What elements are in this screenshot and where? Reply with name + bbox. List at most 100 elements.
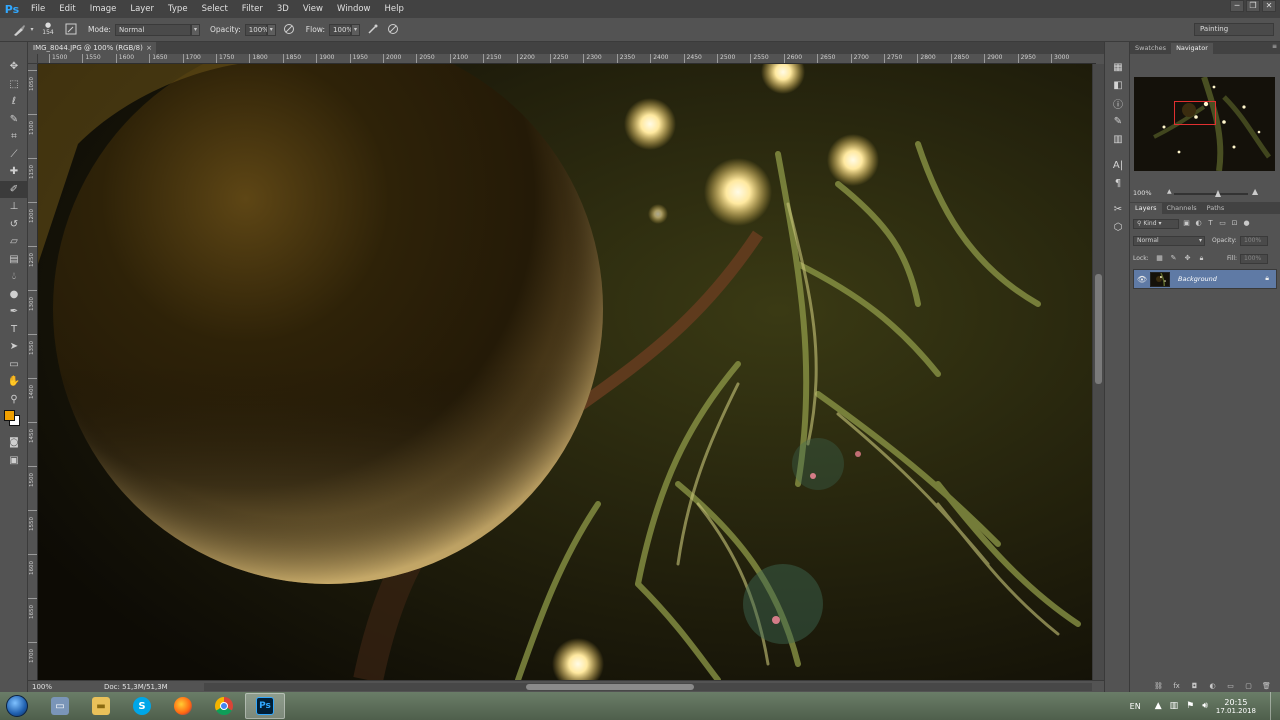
- filter-adjustment-icon[interactable]: ◐: [1194, 219, 1203, 228]
- lasso-tool-icon[interactable]: ℓ: [0, 93, 28, 111]
- tab-channels[interactable]: Channels: [1162, 203, 1202, 214]
- minimize-button[interactable]: ─: [1230, 0, 1244, 12]
- taskbar-photoshop[interactable]: Ps: [245, 693, 285, 719]
- crop-tool-icon[interactable]: ⌗: [0, 128, 28, 146]
- new-layer-icon[interactable]: ▢: [1244, 682, 1253, 691]
- mode-dropdown-icon[interactable]: ▾: [190, 23, 200, 36]
- tab-navigator[interactable]: Navigator: [1171, 43, 1213, 54]
- mode-select[interactable]: Normal: [114, 23, 191, 36]
- menu-view[interactable]: View: [296, 0, 330, 18]
- color-chips[interactable]: [0, 408, 28, 430]
- brush-tool-preset-icon[interactable]: [12, 23, 26, 37]
- move-tool-icon[interactable]: ✥: [0, 58, 28, 76]
- preset-dropdown-icon[interactable]: ▾: [28, 23, 36, 37]
- marquee-tool-icon[interactable]: ⬚: [0, 76, 28, 94]
- menu-edit[interactable]: Edit: [52, 0, 82, 18]
- layer-blend-mode-select[interactable]: Normal ▾: [1133, 236, 1205, 246]
- shape-tool-icon[interactable]: ▭: [0, 356, 28, 374]
- adjustments-panel-icon[interactable]: ◧: [1105, 76, 1131, 94]
- lock-position-icon[interactable]: ✥: [1183, 254, 1192, 263]
- tool-presets-icon[interactable]: ✂: [1105, 200, 1131, 218]
- screen-mode-icon[interactable]: ▣: [0, 452, 28, 470]
- character-panel-icon[interactable]: A|: [1105, 156, 1131, 174]
- volume-icon[interactable]: 🔊︎: [1202, 701, 1208, 711]
- horizontal-ruler[interactable]: 1500 1550 1600 1650 1700 1750 1800 1850 1900 1950…: [38, 54, 1096, 64]
- filter-shape-icon[interactable]: ▭: [1218, 219, 1227, 228]
- tab-swatches[interactable]: Swatches: [1130, 43, 1171, 54]
- filter-toggle-icon[interactable]: ●: [1242, 219, 1251, 228]
- restore-button[interactable]: ❐: [1246, 0, 1260, 12]
- eraser-tool-icon[interactable]: ▱: [0, 233, 28, 251]
- vertical-ruler[interactable]: 1050 1100 1150 1200 1250 1300 1350 1400 1450 1500…: [28, 64, 38, 680]
- layer-name[interactable]: Background: [1178, 275, 1217, 283]
- menu-window[interactable]: Window: [330, 0, 378, 18]
- link-layers-icon[interactable]: ⛓: [1154, 682, 1163, 691]
- menu-layer[interactable]: Layer: [123, 0, 161, 18]
- horizontal-scroll-thumb[interactable]: [526, 684, 694, 690]
- quick-mask-icon[interactable]: ◙: [0, 434, 28, 452]
- zoom-level[interactable]: 100%: [32, 683, 52, 691]
- menu-help[interactable]: Help: [378, 0, 411, 18]
- taskbar-chrome[interactable]: [204, 693, 244, 719]
- brush-panel-icon[interactable]: ✎: [1105, 112, 1131, 130]
- zoom-in-icon[interactable]: ▲: [1252, 187, 1258, 196]
- image-canvas[interactable]: [38, 64, 1096, 680]
- zoom-tool-icon[interactable]: ⚲: [0, 391, 28, 409]
- pen-tool-icon[interactable]: ✒: [0, 303, 28, 321]
- document-tab[interactable]: IMG_8044.JPG @ 100% (RGB/8) ×: [28, 42, 156, 54]
- new-group-icon[interactable]: ▭: [1226, 682, 1235, 691]
- dodge-tool-icon[interactable]: ●: [0, 286, 28, 304]
- brush-panel-toggle-icon[interactable]: [64, 23, 78, 37]
- panel-menu-icon[interactable]: ≡: [1272, 43, 1277, 50]
- navigator-thumbnail[interactable]: [1134, 77, 1275, 171]
- menu-type[interactable]: Type: [161, 0, 195, 18]
- taskbar-explorer[interactable]: ▭: [40, 693, 80, 719]
- tab-layers[interactable]: Layers: [1130, 203, 1162, 214]
- ruler-origin[interactable]: [28, 54, 38, 64]
- pressure-opacity-icon[interactable]: [282, 23, 296, 37]
- taskbar-file-manager[interactable]: ▬: [81, 693, 121, 719]
- vertical-scroll-thumb[interactable]: [1095, 274, 1102, 384]
- clone-stamp-tool-icon[interactable]: ⊥: [0, 198, 28, 216]
- layer-visibility-eye-icon[interactable]: 👁︎: [1134, 275, 1150, 284]
- info-panel-icon[interactable]: ⓘ: [1105, 94, 1131, 112]
- flow-dropdown-icon[interactable]: ▾: [351, 23, 361, 36]
- layer-style-icon[interactable]: fx: [1172, 682, 1181, 691]
- filter-smart-icon[interactable]: ⊡: [1230, 219, 1239, 228]
- lock-pixels-icon[interactable]: ✎: [1169, 254, 1178, 263]
- hand-tool-icon[interactable]: ✋: [0, 373, 28, 391]
- opacity-dropdown-icon[interactable]: ▾: [266, 23, 276, 36]
- pressure-size-icon[interactable]: [386, 23, 400, 37]
- navigator-zoom[interactable]: 100%: [1133, 189, 1152, 197]
- navigator-zoom-slider[interactable]: [1174, 190, 1248, 197]
- new-adjustment-layer-icon[interactable]: ◐: [1208, 682, 1217, 691]
- delete-layer-icon[interactable]: 🗑︎: [1262, 682, 1271, 691]
- tab-paths[interactable]: Paths: [1202, 203, 1230, 214]
- layer-fill-input[interactable]: 100%: [1240, 254, 1268, 264]
- start-button[interactable]: [0, 692, 34, 720]
- healing-brush-tool-icon[interactable]: ✚: [0, 163, 28, 181]
- menu-image[interactable]: Image: [83, 0, 124, 18]
- network-icon[interactable]: ▥: [1170, 701, 1179, 711]
- gradient-tool-icon[interactable]: ▤: [0, 251, 28, 269]
- brush-presets-icon[interactable]: ▥: [1105, 130, 1131, 148]
- show-desktop-button[interactable]: [1270, 692, 1280, 720]
- tray-expand-icon[interactable]: ▲: [1155, 701, 1162, 711]
- add-mask-icon[interactable]: ◘: [1190, 682, 1199, 691]
- eyedropper-tool-icon[interactable]: ⟋: [0, 146, 28, 164]
- lock-all-icon[interactable]: 🔒︎: [1197, 254, 1206, 263]
- 3d-panel-icon[interactable]: ⬡: [1105, 218, 1131, 236]
- layer-row-background[interactable]: 👁︎ Background 🔒︎: [1133, 269, 1277, 289]
- path-selection-tool-icon[interactable]: ➤: [0, 338, 28, 356]
- vertical-scrollbar[interactable]: [1092, 64, 1104, 680]
- menu-select[interactable]: Select: [195, 0, 235, 18]
- close-tab-icon[interactable]: ×: [146, 42, 152, 54]
- blur-tool-icon[interactable]: 💧︎: [0, 268, 28, 286]
- menu-3d[interactable]: 3D: [270, 0, 296, 18]
- close-button[interactable]: ✕: [1262, 0, 1276, 12]
- history-panel-icon[interactable]: ▦: [1105, 58, 1131, 76]
- layer-opacity-input[interactable]: 100%: [1240, 236, 1268, 246]
- brush-tool-icon[interactable]: ✐: [0, 180, 28, 198]
- zoom-out-icon[interactable]: ▲: [1167, 188, 1172, 195]
- taskbar-firefox[interactable]: [163, 693, 203, 719]
